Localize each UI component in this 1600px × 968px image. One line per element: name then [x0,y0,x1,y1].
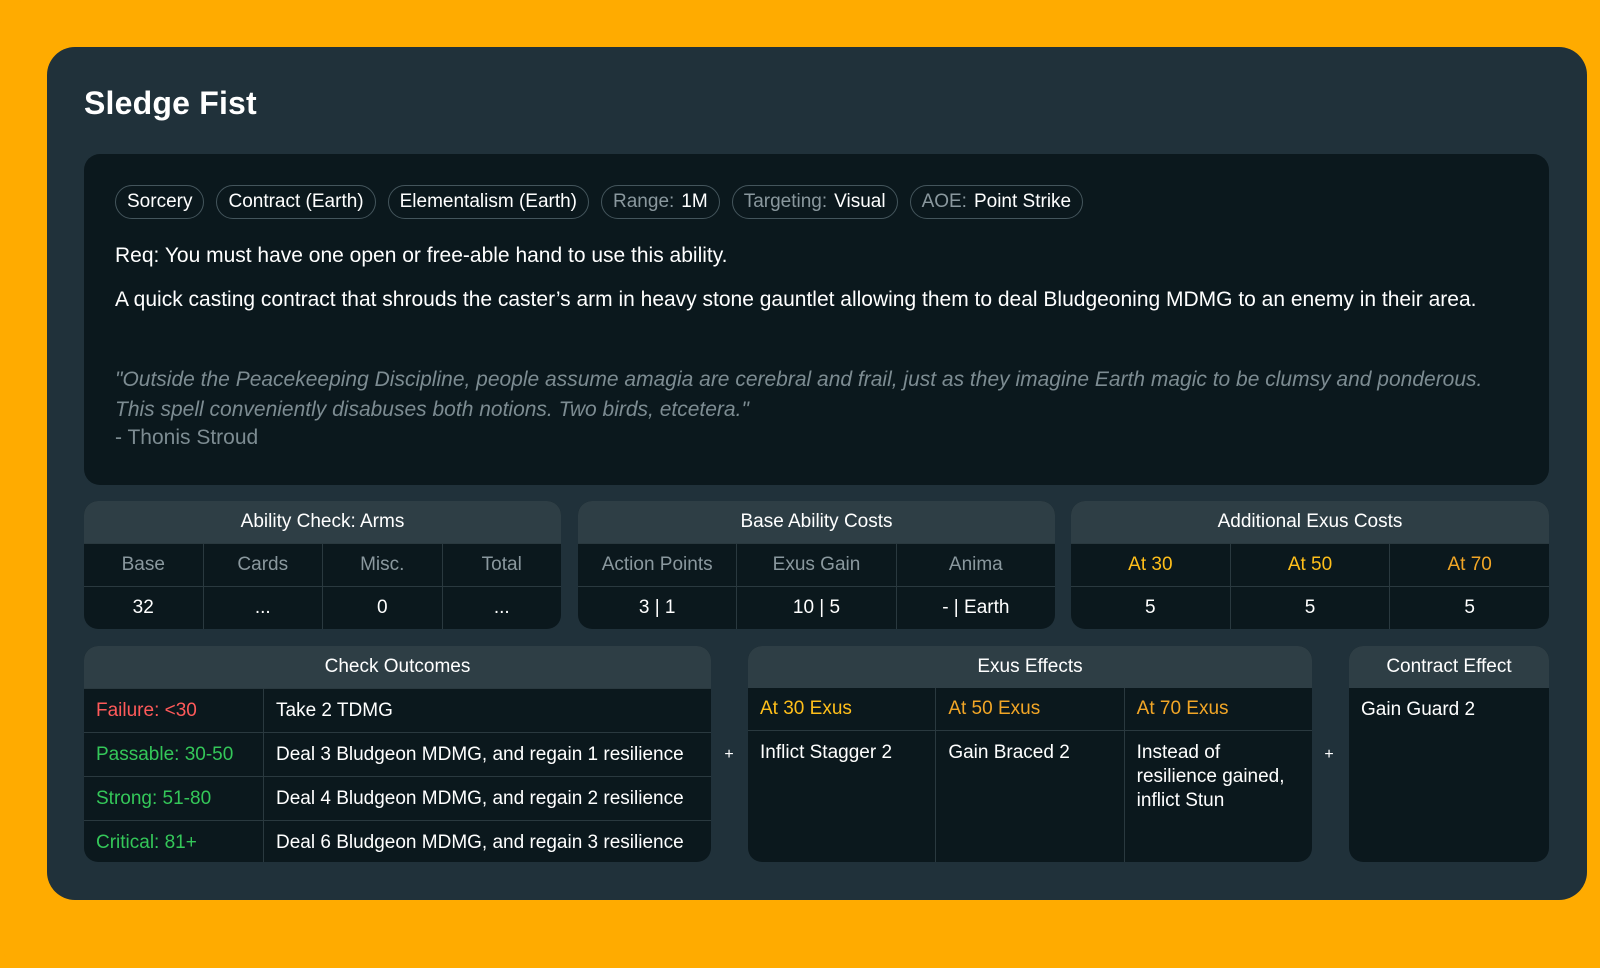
ability-card: Sledge Fist Sorcery Contract (Earth) Ele… [47,47,1587,900]
outcome-label-strong: Strong: 51-80 [96,787,212,809]
exus-col-30: At 30 Exus Inflict Stagger 2 [748,688,936,862]
additional-costs-table: Additional Exus Costs At 30 At 50 At 70 … [1071,501,1549,629]
tag-elementalism: Elementalism (Earth) [387,185,590,219]
outcome-label-critical: Critical: 81+ [96,831,197,853]
header-at-50: At 50 [1229,544,1390,586]
exus-effects-columns: At 30 Exus Inflict Stagger 2 At 50 Exus … [748,688,1312,862]
value-anima: - | Earth [895,587,1055,629]
exus-header-50: At 50 Exus [936,688,1124,731]
exus-effect-50: Gain Braced 2 [948,742,1070,763]
ability-title: Sledge Fist [84,85,257,121]
exus-col-50: At 50 Exus Gain Braced 2 [935,688,1124,862]
plus-separator-1: + [724,746,734,763]
tag-aoe: AOE: Point Strike [909,185,1084,219]
outcome-label-failure: Failure: <30 [96,699,197,721]
quote-attribution: - Thonis Stroud [115,426,259,449]
base-costs-headers: Action Points Exus Gain Anima [578,543,1055,586]
base-costs-table: Base Ability Costs Action Points Exus Ga… [578,501,1055,629]
outcome-row-failure: Failure: <30 Take 2 TDMG [84,688,711,732]
header-at-70: At 70 [1389,544,1549,586]
additional-costs-headers: At 30 At 50 At 70 [1071,543,1549,586]
outcome-text-critical: Deal 6 Bludgeon MDMG, and regain 3 resil… [263,821,711,862]
ability-check-title: Ability Check: Arms [84,501,561,543]
value-at-70: 5 [1389,587,1549,629]
outcome-row-critical: Critical: 81+ Deal 6 Bludgeon MDMG, and … [84,820,711,862]
base-costs-values: 3 | 1 10 | 5 - | Earth [578,586,1055,629]
plus-separator-2: + [1324,746,1334,763]
additional-costs-title: Additional Exus Costs [1071,501,1549,543]
contract-effect-title: Contract Effect [1349,646,1549,688]
outcome-label-passable: Passable: 30-50 [96,743,234,765]
ability-check-values: 32 ... 0 ... [84,586,561,629]
ability-check-table: Ability Check: Arms Base Cards Misc. Tot… [84,501,561,629]
tag-targeting: Targeting: Visual [731,185,898,219]
header-cards: Cards [202,544,323,586]
value-total: ... [441,587,562,629]
exus-header-30: At 30 Exus [748,688,936,731]
header-action-points: Action Points [601,554,713,575]
outcome-text-passable: Deal 3 Bludgeon MDMG, and regain 1 resil… [263,733,711,776]
value-action-points: 3 | 1 [638,597,676,618]
value-cards: ... [202,587,323,629]
outcome-text-failure: Take 2 TDMG [263,689,711,732]
outer-frame: Sledge Fist Sorcery Contract (Earth) Ele… [0,0,1600,968]
value-base: 32 [132,597,154,618]
header-total: Total [441,544,562,586]
header-misc: Misc. [322,544,442,586]
value-at-50: 5 [1229,587,1390,629]
value-misc: 0 [322,587,442,629]
header-at-30: At 30 [1128,554,1173,575]
exus-col-70: At 70 Exus Instead of resilience gained,… [1123,688,1312,862]
exus-effect-70: Instead of resilience gained, inflict St… [1136,742,1285,811]
value-exus-gain: 10 | 5 [736,587,895,629]
outcome-row-passable: Passable: 30-50 Deal 3 Bludgeon MDMG, an… [84,732,711,776]
exus-effects-title: Exus Effects [748,646,1312,688]
contract-effect-text: Gain Guard 2 [1361,699,1476,720]
exus-effect-30: Inflict Stagger 2 [760,742,893,763]
value-at-30: 5 [1145,597,1156,618]
flavor-quote: "Outside the Peacekeeping Discipline, pe… [115,368,1483,421]
tag-contract: Contract (Earth) [216,185,376,219]
tag-list: Sorcery Contract (Earth) Elementalism (E… [115,185,1084,219]
requirement-text: Req: You must have one open or free-able… [115,244,728,267]
header-anima: Anima [895,544,1055,586]
tag-sorcery: Sorcery [115,185,205,219]
outcome-text-strong: Deal 4 Bludgeon MDMG, and regain 2 resil… [263,777,711,820]
check-outcomes-table: Check Outcomes Failure: <30 Take 2 TDMG … [84,646,711,862]
header-base: Base [121,554,165,575]
outcome-row-strong: Strong: 51-80 Deal 4 Bludgeon MDMG, and … [84,776,711,820]
additional-costs-values: 5 5 5 [1071,586,1549,629]
tag-range: Range: 1M [601,185,720,219]
description-text: A quick casting contract that shrouds th… [115,288,1477,311]
description-panel: Sorcery Contract (Earth) Elementalism (E… [84,154,1549,485]
header-exus-gain: Exus Gain [736,544,895,586]
base-costs-title: Base Ability Costs [578,501,1055,543]
exus-effects-table: Exus Effects At 30 Exus Inflict Stagger … [748,646,1312,862]
check-outcomes-title: Check Outcomes [84,646,711,688]
contract-effect-table: Contract Effect Gain Guard 2 [1349,646,1549,862]
exus-header-70: At 70 Exus [1124,688,1312,731]
ability-check-headers: Base Cards Misc. Total [84,543,561,586]
